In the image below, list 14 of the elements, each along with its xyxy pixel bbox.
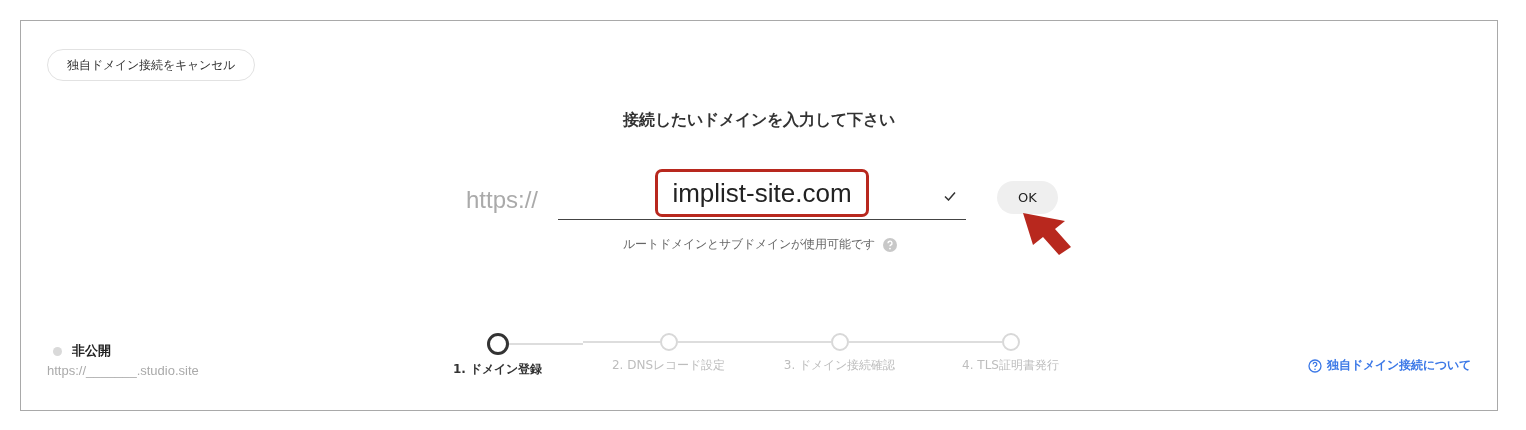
domain-input-field[interactable]: implist-site.com [558, 167, 966, 220]
step-label: 4. TLS証明書発行 [962, 357, 1059, 374]
help-link[interactable]: 独自ドメイン接続について [1308, 357, 1471, 374]
cancel-button[interactable]: 独自ドメイン接続をキャンセル [47, 49, 255, 81]
heading: 接続したいドメインを入力して下さい [622, 110, 896, 131]
step-label: 3. ドメイン接続確認 [783, 357, 896, 374]
url-prefix: https:// [466, 186, 540, 215]
help-icon [1308, 358, 1322, 373]
ok-button[interactable]: OK [997, 181, 1058, 214]
step-label: 1. ドメイン登録 [452, 361, 543, 378]
status-label: 非公開 [72, 342, 111, 360]
help-icon [883, 237, 897, 252]
hint-text: ルートドメインとサブドメインが使用可能です [623, 236, 875, 253]
site-url: https://_______.studio.site [47, 363, 200, 378]
